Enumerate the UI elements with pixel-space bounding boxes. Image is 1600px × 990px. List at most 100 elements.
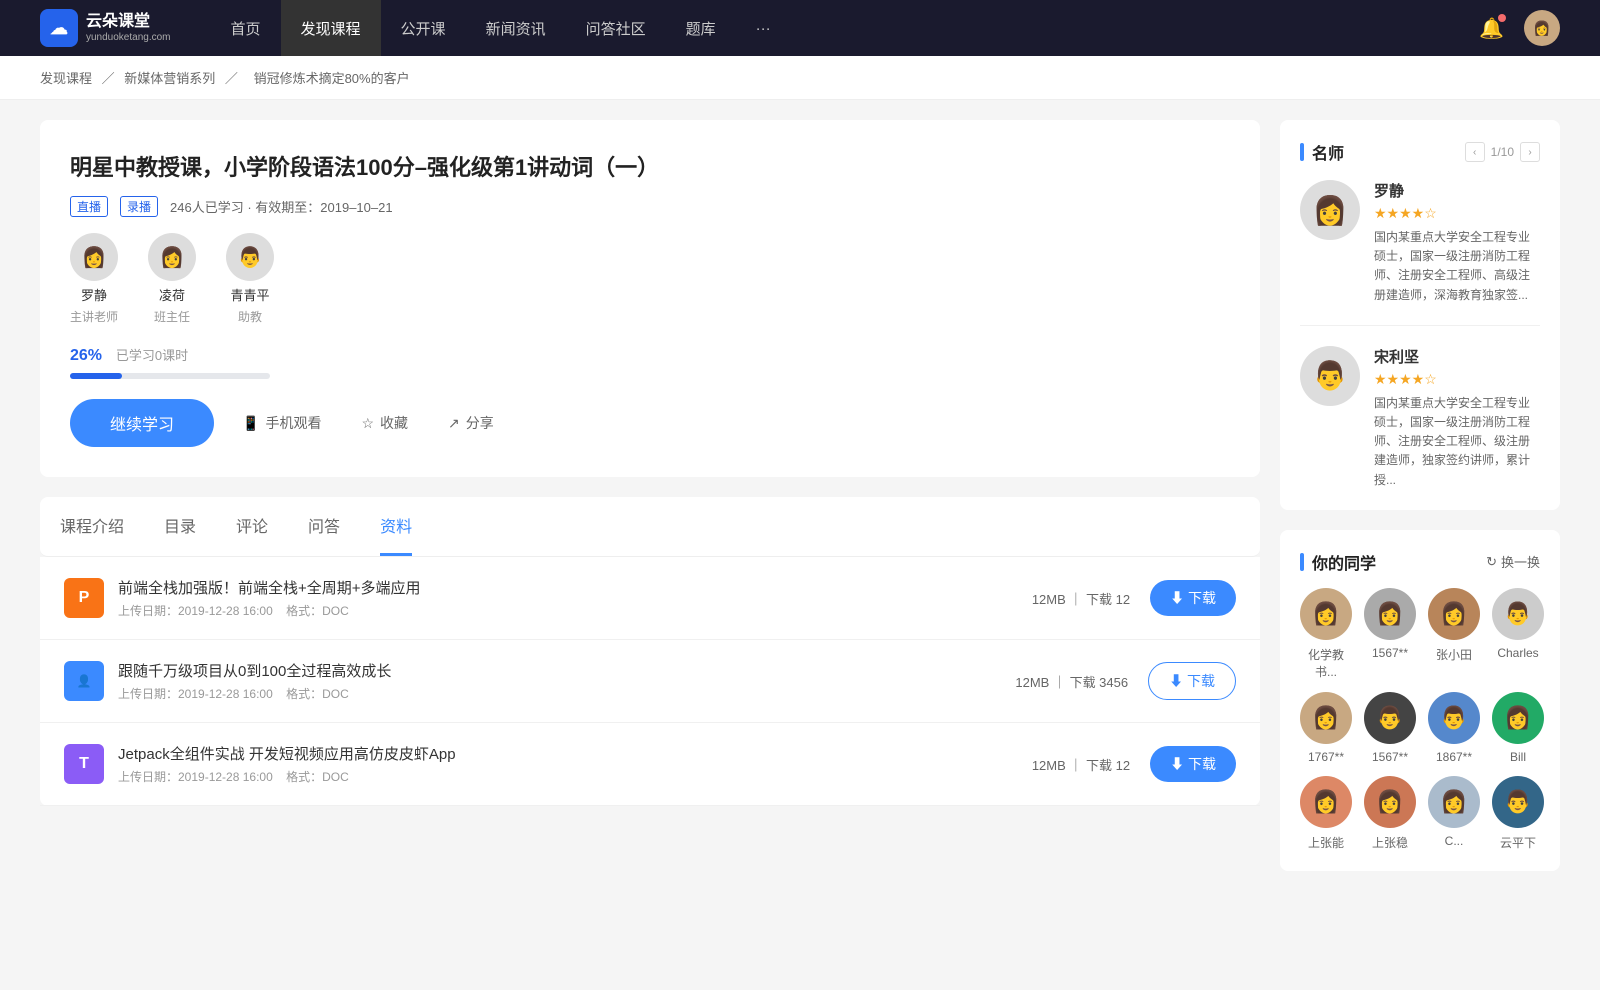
student-3-avatar: 👩 [1428,588,1480,640]
sidebar-teacher-1-name: 罗静 [1374,180,1540,201]
tab-qa[interactable]: 问答 [308,497,340,556]
breadcrumb: 发现课程 ／ 新媒体营销系列 ／ 销冠修炼术摘定80%的客户 [0,56,1600,100]
teacher-3: 👨 青青平 助教 [226,233,274,325]
resource-info-2: 跟随千万级项目从0到100全过程高效成长 上传日期：2019-12-28 16:… [118,660,1015,702]
student-5[interactable]: 👩 1767** [1300,692,1352,764]
student-3[interactable]: 👩 张小田 [1428,588,1480,680]
teacher-1-avatar: 👩 [70,233,118,281]
breadcrumb-link-1[interactable]: 发现课程 [40,71,92,86]
resource-icon-1: P [64,578,104,618]
mobile-button[interactable]: 📱 手机观看 [230,405,333,441]
teachers-next-btn[interactable]: › [1520,142,1540,162]
download-button-1[interactable]: ⬇ 下载 [1150,580,1236,616]
student-7[interactable]: 👨 1867** [1428,692,1480,764]
sidebar-teacher-2-name: 宋利坚 [1374,346,1540,367]
breadcrumb-link-2[interactable]: 新媒体营销系列 [124,71,215,86]
student-6[interactable]: 👨 1567** [1364,692,1416,764]
tab-review[interactable]: 评论 [236,497,268,556]
user-avatar-nav[interactable]: 👩 [1524,10,1560,46]
student-4-name: Charles [1497,646,1538,660]
teacher-2-name: 凌荷 [159,285,185,304]
notification-dot [1498,14,1506,22]
student-5-avatar: 👩 [1300,692,1352,744]
resource-item-1: P 前端全栈加强版！前端全栈+全周期+多端应用 上传日期：2019-12-28 … [40,557,1260,640]
student-5-name: 1767** [1308,750,1344,764]
course-title: 明星中教授课，小学阶段语法100分–强化级第1讲动词（一） [70,150,1230,182]
resource-icon-3: T [64,744,104,784]
resource-title-1: 前端全栈加强版！前端全栈+全周期+多端应用 [118,577,1032,598]
logo-icon: ☁ [40,9,78,47]
students-title: 你的同学 [1300,550,1376,574]
student-10-name: 上张稳 [1372,834,1408,851]
teacher-3-role: 助教 [238,308,262,325]
teachers-prev-btn[interactable]: ‹ [1465,142,1485,162]
nav-qa[interactable]: 问答社区 [566,0,666,56]
student-6-name: 1567** [1372,750,1408,764]
student-6-avatar: 👨 [1364,692,1416,744]
main-container: 明星中教授课，小学阶段语法100分–强化级第1讲动词（一） 直播 录播 246人… [0,100,1600,911]
student-11-avatar: 👩 [1428,776,1480,828]
sidebar-teacher-1-desc: 国内某重点大学安全工程专业硕士，国家一级注册消防工程师、注册安全工程师、高级注册… [1374,228,1540,305]
nav-public[interactable]: 公开课 [381,0,466,56]
student-11[interactable]: 👩 C... [1428,776,1480,851]
students-header: 你的同学 ↻ 换一换 [1300,550,1540,574]
resource-meta-2: 上传日期：2019-12-28 16:00 格式：DOC [118,685,1015,702]
student-9[interactable]: 👩 上张能 [1300,776,1352,851]
download-button-2[interactable]: ⬇ 下载 [1148,662,1236,700]
share-icon: ↗ [448,415,460,432]
resource-meta-1: 上传日期：2019-12-28 16:00 格式：DOC [118,602,1032,619]
student-9-name: 上张能 [1308,834,1344,851]
sidebar-teacher-1-avatar: 👩 [1300,180,1360,240]
student-9-avatar: 👩 [1300,776,1352,828]
students-grid: 👩 化学教书... 👩 1567** 👩 张小田 👨 Charles 👩 [1300,588,1540,851]
tags-row: 直播 录播 246人已学习 · 有效期至：2019–10–21 [70,196,1230,217]
nav-news[interactable]: 新闻资讯 [466,0,566,56]
student-8-name: Bill [1510,750,1526,764]
resource-item-3: T Jetpack全组件实战 开发短视频应用高仿皮皮虾App 上传日期：2019… [40,723,1260,806]
tab-intro[interactable]: 课程介绍 [60,497,124,556]
teacher-2: 👩 凌荷 班主任 [148,233,196,325]
student-4[interactable]: 👨 Charles [1492,588,1544,680]
collect-button[interactable]: ☆ 收藏 [349,405,420,441]
nav-discover[interactable]: 发现课程 [281,0,381,56]
student-12-avatar: 👨 [1492,776,1544,828]
notification-bell[interactable]: 🔔 [1479,16,1504,41]
student-10[interactable]: 👩 上张稳 [1364,776,1416,851]
student-11-name: C... [1445,834,1464,848]
sidebar-teacher-2-desc: 国内某重点大学安全工程专业硕士，国家一级注册消防工程师、注册安全工程师、级注册建… [1374,394,1540,490]
nav-quiz[interactable]: 题库 [666,0,736,56]
course-card: 明星中教授课，小学阶段语法100分–强化级第1讲动词（一） 直播 录播 246人… [40,120,1260,477]
nav-more[interactable]: ··· [736,0,791,56]
star-icon: ☆ [361,415,374,432]
progress-bar-fill [70,373,122,379]
mobile-icon: 📱 [242,415,259,432]
sidebar-teacher-2-stars: ★★★★☆ [1374,371,1540,388]
student-12[interactable]: 👨 云平下 [1492,776,1544,851]
student-1-avatar: 👩 [1300,588,1352,640]
student-8[interactable]: 👩 Bill [1492,692,1544,764]
resource-info-3: Jetpack全组件实战 开发短视频应用高仿皮皮虾App 上传日期：2019-1… [118,743,1032,785]
continue-button[interactable]: 继续学习 [70,399,214,447]
student-1[interactable]: 👩 化学教书... [1300,588,1352,680]
student-12-name: 云平下 [1500,834,1536,851]
progress-percent: 26% [70,347,102,364]
teacher-1-name: 罗静 [81,285,107,304]
sidebar-teacher-1-stars: ★★★★☆ [1374,205,1540,222]
teachers-sidebar: 名师 ‹ 1/10 › 👩 罗静 ★★★★☆ 国内某重点大学安全工程专业硕士，国… [1280,120,1560,510]
student-2-name: 1567** [1372,646,1408,660]
tab-catalog[interactable]: 目录 [164,497,196,556]
logo[interactable]: ☁ 云朵课堂 yunduoketang.com [40,9,171,47]
progress-sub: 已学习0课时 [116,345,188,364]
refresh-students-btn[interactable]: ↻ 换一换 [1486,552,1540,571]
share-button[interactable]: ↗ 分享 [436,405,506,441]
resource-icon-2: 👤 [64,661,104,701]
resource-stats-2: 12MB ｜ 下载 3456 [1015,672,1128,691]
download-button-3[interactable]: ⬇ 下载 [1150,746,1236,782]
logo-text: 云朵课堂 yunduoketang.com [86,12,171,43]
tab-resources[interactable]: 资料 [380,497,412,556]
resource-item-2: 👤 跟随千万级项目从0到100全过程高效成长 上传日期：2019-12-28 1… [40,640,1260,723]
student-2[interactable]: 👩 1567** [1364,588,1416,680]
teacher-3-avatar: 👨 [226,233,274,281]
nav-home[interactable]: 首页 [211,0,281,56]
resource-stats-3: 12MB ｜ 下载 12 [1032,755,1130,774]
